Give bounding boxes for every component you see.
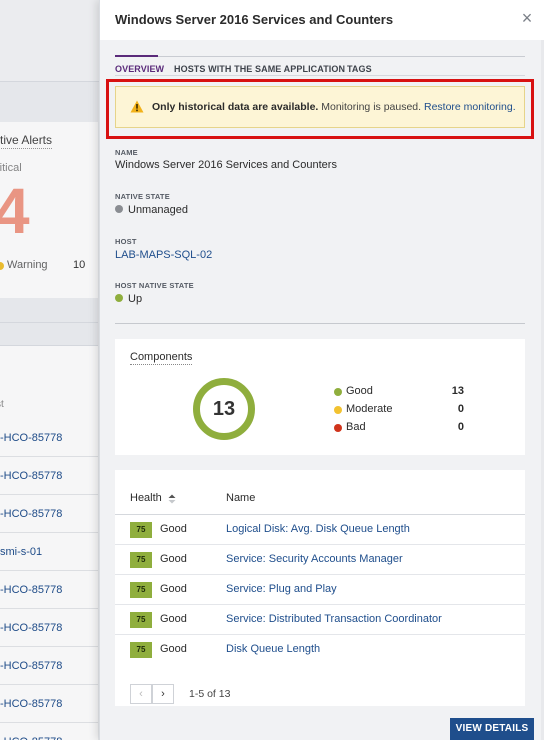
- good-dot-icon: [334, 388, 342, 396]
- sort-icon[interactable]: [168, 494, 176, 504]
- health-score-badge: 75: [130, 642, 152, 658]
- pager-prev-button[interactable]: ‹: [130, 684, 152, 704]
- name-label: NAME: [115, 148, 138, 157]
- health-status: Good: [160, 583, 187, 595]
- legend-good-label: Good: [346, 385, 373, 397]
- active-tab-indicator: [115, 55, 158, 57]
- components-table: Health Name 75 Good Logical Disk: Avg. D…: [115, 470, 525, 706]
- legend-bad[interactable]: Bad 0: [334, 421, 464, 435]
- legend-bad-count: 0: [457, 421, 464, 433]
- view-details-button[interactable]: VIEW DETAILS: [450, 718, 534, 740]
- legend-good[interactable]: Good 13: [334, 385, 464, 399]
- component-link[interactable]: Disk Queue Length: [226, 643, 320, 655]
- health-score-badge: 75: [130, 522, 152, 538]
- highlight-box: [106, 79, 534, 139]
- component-link[interactable]: Logical Disk: Avg. Disk Queue Length: [226, 523, 410, 535]
- components-title[interactable]: Components: [130, 351, 193, 365]
- bad-dot-icon: [334, 424, 342, 432]
- tab-tags[interactable]: TAGS: [347, 64, 372, 74]
- column-header-name[interactable]: Name: [226, 492, 255, 504]
- overlay-dimmer: [0, 0, 100, 740]
- legend-moderate-label: Moderate: [346, 403, 393, 415]
- native-state-value: Unmanaged: [115, 204, 188, 216]
- health-status: Good: [160, 553, 187, 565]
- unmanaged-status-dot-icon: [115, 205, 123, 213]
- name-value: Windows Server 2016 Services and Counter…: [115, 159, 337, 171]
- tab-hosts-with-same-application[interactable]: HOSTS WITH THE SAME APPLICATION: [174, 64, 345, 74]
- host-native-state-value: Up: [115, 293, 142, 305]
- native-state-label: NATIVE STATE: [115, 192, 170, 201]
- panel-header: Windows Server 2016 Services and Counter…: [100, 0, 544, 40]
- legend-good-count: 13: [451, 385, 464, 397]
- legend-moderate-count: 0: [457, 403, 464, 415]
- component-link[interactable]: Service: Plug and Play: [226, 583, 337, 595]
- components-total: 13: [212, 398, 236, 420]
- up-status-dot-icon: [115, 294, 123, 302]
- host-native-state-text: Up: [128, 293, 143, 305]
- health-status: Good: [160, 643, 187, 655]
- host-label: HOST: [115, 237, 137, 246]
- host-native-state-label: HOST NATIVE STATE: [115, 281, 194, 290]
- tab-bar: OVERVIEW HOSTS WITH THE SAME APPLICATION…: [115, 55, 525, 76]
- legend-bad-label: Bad: [346, 421, 366, 433]
- close-icon[interactable]: ×: [518, 9, 536, 27]
- host-link[interactable]: LAB-MAPS-SQL-02: [115, 249, 212, 261]
- legend-moderate[interactable]: Moderate 0: [334, 403, 464, 417]
- component-link[interactable]: Service: Distributed Transaction Coordin…: [226, 613, 442, 625]
- health-score-badge: 75: [130, 612, 152, 628]
- components-card: Components 13 Good 13 Moderate 0 Bad 0: [115, 339, 525, 455]
- table-row: 75 Good Service: Plug and Play: [115, 575, 525, 605]
- pager-range: 1-5 of 13: [189, 688, 231, 700]
- divider: [115, 323, 525, 324]
- health-status: Good: [160, 523, 187, 535]
- moderate-dot-icon: [334, 406, 342, 414]
- health-status: Good: [160, 613, 187, 625]
- component-link[interactable]: Service: Security Accounts Manager: [226, 553, 403, 565]
- table-row: 75 Good Service: Security Accounts Manag…: [115, 545, 525, 575]
- native-state-text: Unmanaged: [128, 204, 188, 216]
- column-header-health[interactable]: Health: [130, 492, 162, 504]
- panel-title: Windows Server 2016 Services and Counter…: [115, 12, 394, 27]
- health-score-badge: 75: [130, 582, 152, 598]
- table-row: 75 Good Disk Queue Length: [115, 635, 525, 665]
- pager-next-button[interactable]: ›: [152, 684, 174, 704]
- table-row: 75 Good Logical Disk: Avg. Disk Queue Le…: [115, 515, 525, 545]
- health-score-badge: 75: [130, 552, 152, 568]
- table-row: 75 Good Service: Distributed Transaction…: [115, 605, 525, 635]
- tab-overview[interactable]: OVERVIEW: [115, 64, 164, 74]
